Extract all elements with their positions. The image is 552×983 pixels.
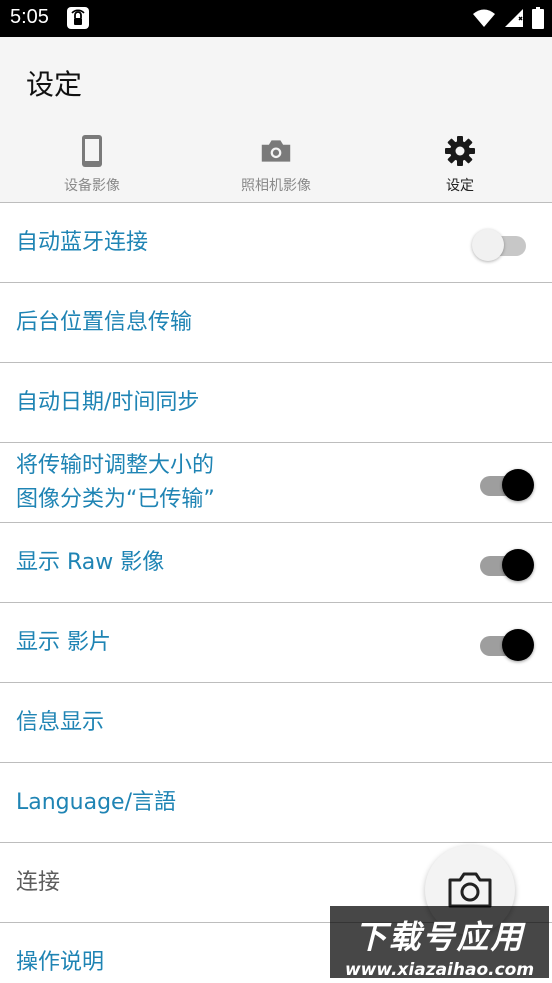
setting-show-movies[interactable]: 显示 影片: [0, 603, 552, 683]
setting-auto-datetime-sync[interactable]: 自动日期/时间同步: [0, 363, 552, 443]
signal-icon: [505, 9, 523, 27]
toggle-switch[interactable]: [480, 466, 534, 501]
toggle-switch[interactable]: [480, 626, 534, 661]
status-time: 5:05: [10, 6, 49, 28]
wifi-icon: [473, 9, 495, 27]
setting-show-raw[interactable]: 显示 Raw 影像: [0, 523, 552, 603]
setting-resized-as-transferred[interactable]: 将传输时调整大小的 图像分类为“已传输”: [0, 443, 552, 523]
watermark-url: www.xiazaihao.com: [344, 960, 535, 980]
setting-label: 自动蓝牙连接: [16, 229, 149, 255]
watermark: 下载号应用 www.xiazaihao.com: [330, 906, 549, 980]
tab-device-images[interactable]: 设备影像: [0, 129, 184, 201]
setting-label: 将传输时调整大小的 图像分类为“已传输”: [16, 452, 215, 512]
tab-bar: 设备影像 照相机影像 设定: [0, 129, 552, 201]
tab-label: 照相机影像: [241, 178, 311, 194]
toggle-switch[interactable]: [472, 226, 530, 261]
gear-icon: [444, 133, 476, 169]
setting-language[interactable]: Language/言語: [0, 763, 552, 843]
app-bar: 设定 设备影像 照相机影像 设定: [0, 37, 552, 203]
tab-settings[interactable]: 设定: [368, 129, 552, 201]
tab-label: 设定: [446, 178, 474, 194]
setting-label: 自动日期/时间同步: [16, 389, 200, 415]
setting-background-location[interactable]: 后台位置信息传输: [0, 283, 552, 363]
toggle-switch[interactable]: [480, 546, 534, 581]
setting-label: 连接: [16, 869, 61, 895]
battery-icon: [532, 7, 544, 29]
page-title: 设定: [26, 68, 83, 101]
setting-label: 信息显示: [16, 709, 105, 735]
notification-app-icon: [66, 6, 90, 30]
setting-label: 显示 Raw 影像: [16, 549, 165, 575]
camera-icon: [260, 133, 292, 169]
status-bar: 5:05: [0, 0, 552, 37]
setting-label: 显示 影片: [16, 629, 111, 655]
status-indicators: [472, 7, 544, 29]
watermark-title: 下载号应用: [354, 918, 525, 956]
setting-info-display[interactable]: 信息显示: [0, 683, 552, 763]
setting-label: Language/言語: [16, 789, 176, 815]
tab-label: 设备影像: [64, 178, 120, 194]
setting-label: 后台位置信息传输: [16, 309, 193, 335]
setting-label: 操作说明: [16, 949, 105, 975]
tab-camera-images[interactable]: 照相机影像: [184, 129, 368, 201]
phone-icon: [76, 133, 108, 169]
camera-icon: [448, 872, 492, 908]
setting-auto-bluetooth[interactable]: 自动蓝牙连接: [0, 203, 552, 283]
